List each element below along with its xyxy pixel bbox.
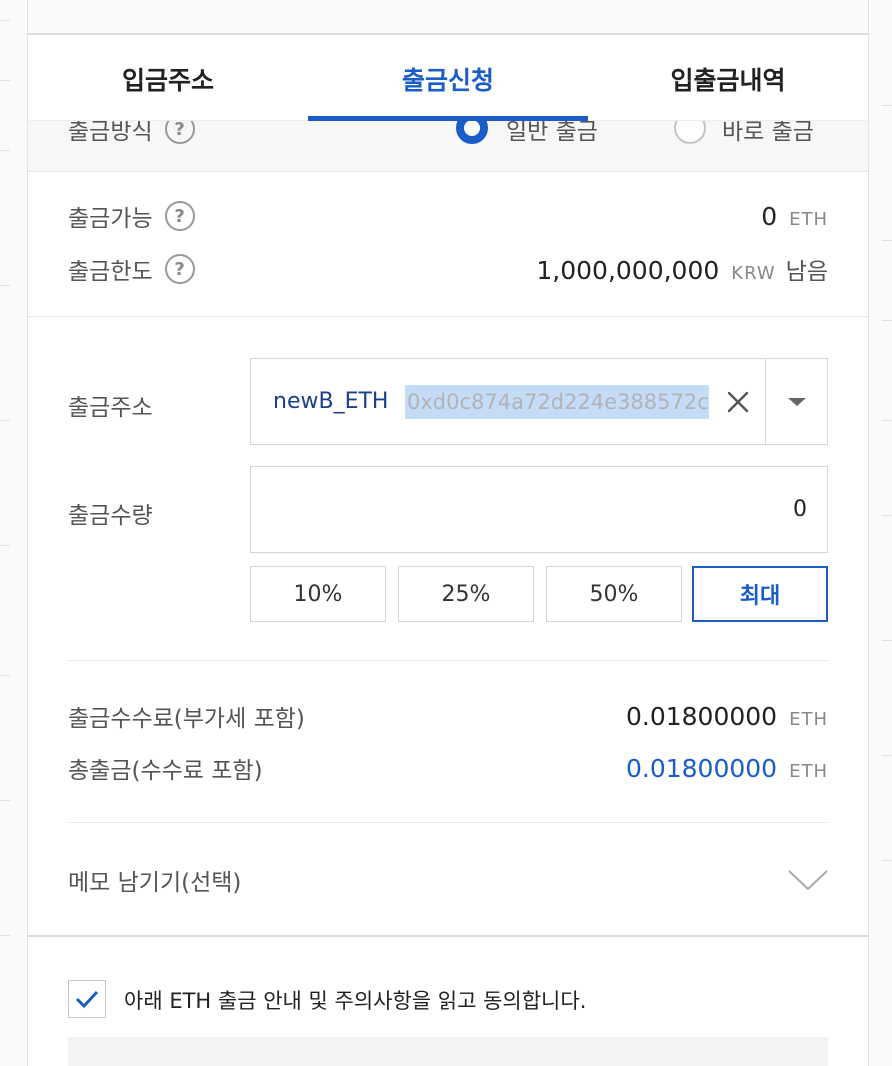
available-value-wrap: 0 ETH xyxy=(761,202,828,231)
limit-value-wrap: 1,000,000,000 KRW 남음 xyxy=(536,252,828,286)
total-label: 총출금(수수료 포함) xyxy=(68,758,263,784)
fee-unit: ETH xyxy=(789,708,828,730)
address-nickname: newB_ETH xyxy=(273,389,389,414)
panel-top-strip xyxy=(28,0,868,35)
withdraw-panel: 입금주소 출금신청 입출금내역 출금방식 ? 일반 출금 바로 출금 출금가능 … xyxy=(28,0,868,1066)
address-value[interactable]: 0xd0c874a72d224e388572c xyxy=(405,385,709,419)
fee-row: 출금수수료(부가세 포함) 0.01800000 ETH xyxy=(68,696,828,736)
divider xyxy=(28,316,868,317)
pct-50-button[interactable]: 50% xyxy=(546,566,682,622)
background-left-panel xyxy=(0,0,28,1066)
fee-label: 출금수수료(부가세 포함) xyxy=(68,706,305,732)
tab-history[interactable]: 입출금내역 xyxy=(588,37,868,121)
amount-label: 출금수량 xyxy=(68,503,153,529)
available-value: 0 xyxy=(761,201,778,231)
total-row: 총출금(수수료 포함) 0.01800000 ETH xyxy=(68,748,828,788)
limit-value: 1,000,000,000 xyxy=(536,256,720,285)
caret-down-icon xyxy=(788,397,806,406)
help-icon[interactable]: ? xyxy=(164,201,195,231)
limit-label-wrap: 출금한도 ? xyxy=(68,252,195,286)
pct-25-button[interactable]: 25% xyxy=(398,566,534,622)
agree-checkbox[interactable] xyxy=(68,980,106,1018)
tab-withdraw-request[interactable]: 출금신청 xyxy=(308,37,588,121)
divider xyxy=(68,660,828,661)
address-label: 출금주소 xyxy=(68,395,153,421)
total-value: 0.01800000 xyxy=(625,753,778,783)
clear-icon[interactable] xyxy=(721,385,755,419)
fee-value-wrap: 0.01800000 ETH xyxy=(626,702,828,731)
agreement-section: 아래 ETH 출금 안내 및 주의사항을 읽고 동의합니다. xyxy=(28,935,868,1066)
available-row: 출금가능 ? 0 ETH xyxy=(68,196,828,236)
limit-unit: KRW xyxy=(731,263,776,284)
tab-bar: 입금주소 출금신청 입출금내역 xyxy=(28,37,868,121)
chevron-down-icon xyxy=(788,868,828,892)
total-value-wrap: 0.01800000 ETH xyxy=(626,754,828,783)
total-unit: ETH xyxy=(789,760,828,782)
address-field[interactable]: newB_ETH 0xd0c874a72d224e388572c xyxy=(250,358,828,445)
limit-suffix: 남음 xyxy=(785,259,828,285)
notice-box xyxy=(68,1037,828,1066)
memo-toggle[interactable]: 메모 남기기(선택) xyxy=(68,860,828,900)
available-label: 출금가능 xyxy=(68,206,153,232)
checkmark-icon xyxy=(75,990,99,1009)
fee-value: 0.01800000 xyxy=(625,701,778,731)
divider xyxy=(68,822,828,823)
active-tab-indicator xyxy=(308,116,588,121)
available-label-wrap: 출금가능 ? xyxy=(68,199,195,233)
max-button[interactable]: 최대 xyxy=(692,566,828,622)
pct-10-button[interactable]: 10% xyxy=(250,566,386,622)
memo-label: 메모 남기기(선택) xyxy=(68,870,242,896)
limit-row: 출금한도 ? 1,000,000,000 KRW 남음 xyxy=(68,249,828,289)
background-right-panel xyxy=(868,0,892,1066)
agree-text[interactable]: 아래 ETH 출금 안내 및 주의사항을 읽고 동의합니다. xyxy=(124,985,586,1015)
help-icon[interactable]: ? xyxy=(164,254,195,284)
limit-label: 출금한도 xyxy=(68,259,153,285)
available-unit: ETH xyxy=(789,208,828,230)
amount-input[interactable]: 0 xyxy=(250,466,828,553)
tab-deposit-address[interactable]: 입금주소 xyxy=(28,37,308,121)
address-dropdown-button[interactable] xyxy=(765,359,828,444)
